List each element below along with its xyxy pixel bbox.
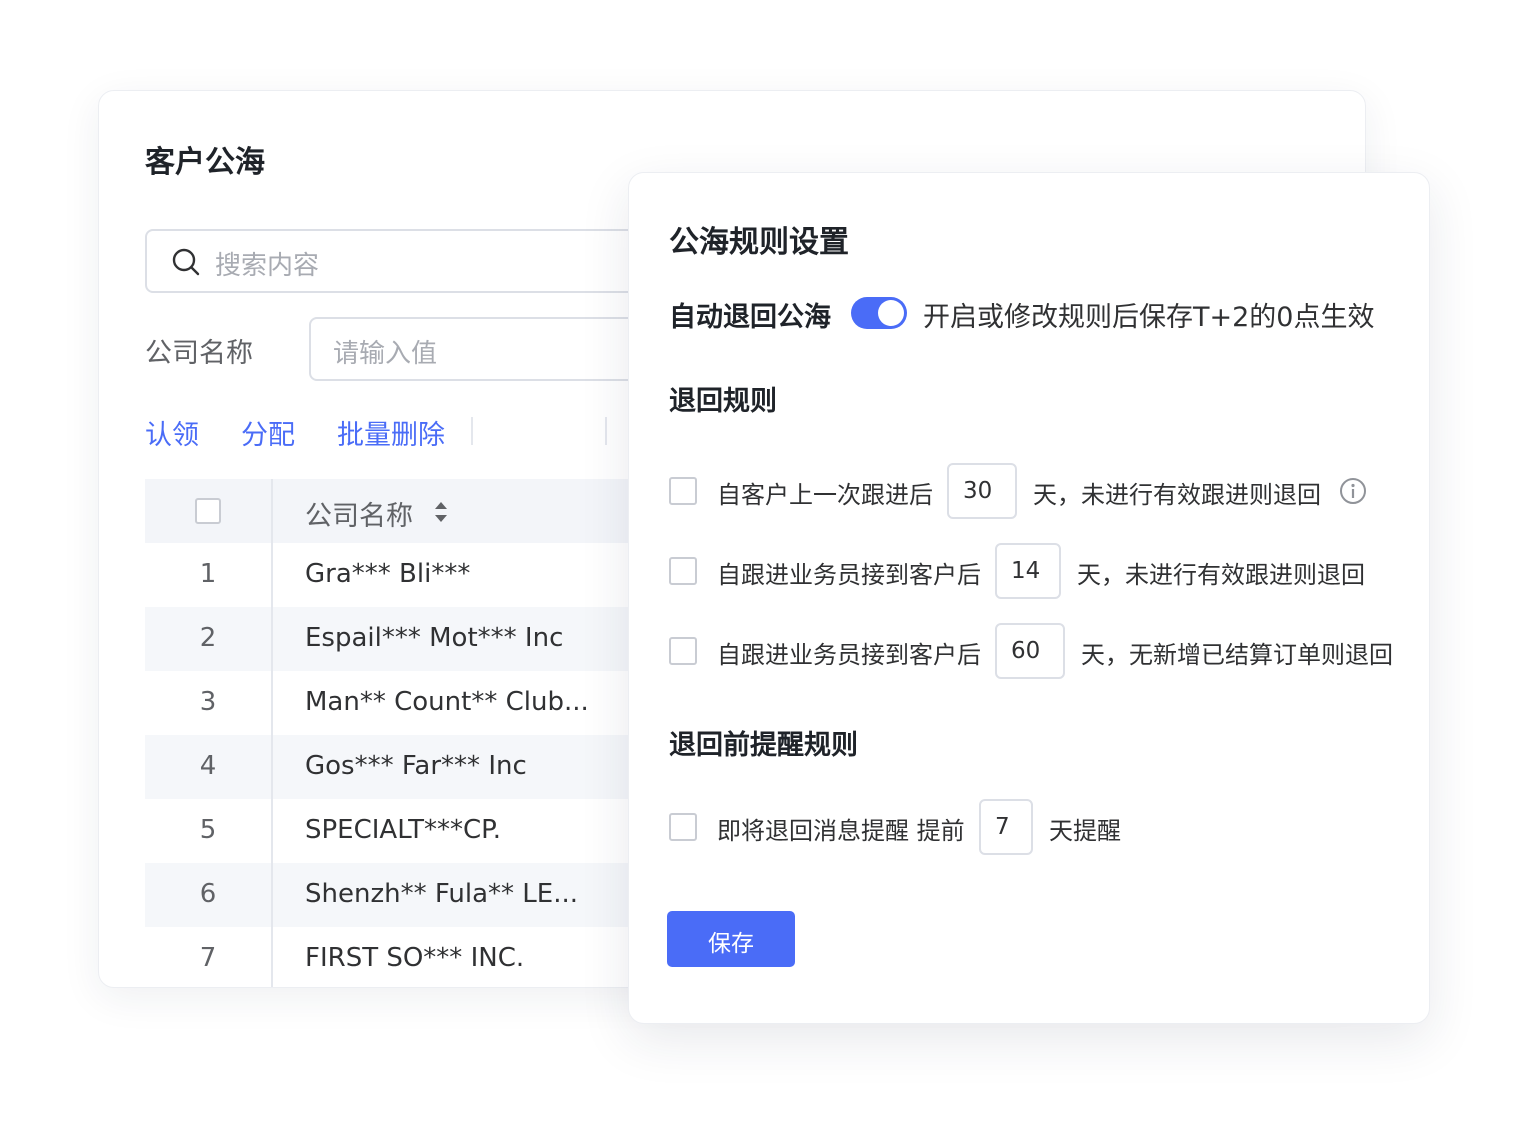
row-index: 6 [199,879,217,909]
search-placeholder: 搜索内容 [215,251,320,281]
table-row[interactable]: 4 Gos*** Far*** Inc [145,735,705,799]
customer-table: 公司名称 1 Gra*** Bli*** 2 Espail*** Mot*** … [145,479,705,987]
info-icon[interactable] [1339,477,1367,505]
return-rules-title: 退回规则 [669,386,777,417]
row-index: 3 [199,687,217,717]
rule-3-suffix: 天，无新增已结算订单则退回 [1081,641,1393,669]
rule-1-days-input[interactable]: 30 [947,463,1017,519]
table-row[interactable]: 5 SPECIALT***CP. [145,799,705,863]
row-index: 1 [199,559,217,589]
reminder-suffix: 天提醒 [1049,817,1121,845]
panel-title: 公海规则设置 [669,225,849,260]
assign-link[interactable]: 分配 [241,413,295,452]
batch-delete-link[interactable]: 批量删除 [337,413,445,452]
rule-3-checkbox[interactable] [669,637,697,665]
table-header: 公司名称 [145,479,705,543]
search-icon [172,248,200,276]
rule-2-suffix: 天，未进行有效跟进则退回 [1077,561,1365,589]
column-divider [271,479,273,987]
auto-return-toggle[interactable] [851,297,907,329]
company-filter-label: 公司名称 [145,338,253,369]
auto-return-label: 自动退回公海 [669,302,831,333]
row-index: 4 [199,751,217,781]
auto-return-description: 开启或修改规则后保存T+2的0点生效 [923,302,1375,333]
table-row[interactable]: 6 Shenzh** Fula** LE... [145,863,705,927]
table-row[interactable]: 1 Gra*** Bli*** [145,543,705,607]
rule-2-checkbox[interactable] [669,557,697,585]
toggle-knob [878,300,904,326]
save-button[interactable]: 保存 [667,911,795,967]
select-all-checkbox[interactable] [195,498,221,524]
table-row[interactable]: 7 FIRST SO*** INC. [145,927,705,987]
reminder-prefix: 即将退回消息提醒 提前 [717,817,965,845]
reminder-checkbox[interactable] [669,813,697,841]
company-filter-placeholder: 请输入值 [333,339,438,369]
table-row[interactable]: 2 Espail*** Mot*** Inc [145,607,705,671]
rule-2-prefix: 自跟进业务员接到客户后 [717,561,981,589]
divider [605,417,607,445]
table-row[interactable]: 3 Man** Count** Club... [145,671,705,735]
row-index: 2 [199,623,217,653]
rule-3-prefix: 自跟进业务员接到客户后 [717,641,981,669]
reminder-rules-title: 退回前提醒规则 [669,730,858,761]
sort-icon[interactable] [433,499,449,525]
rule-3-days-input[interactable]: 60 [995,623,1065,679]
rule-2-days-input[interactable]: 14 [995,543,1061,599]
rule-1-suffix: 天，未进行有效跟进则退回 [1033,481,1321,509]
rule-1-prefix: 自客户上一次跟进后 [717,481,933,509]
page-title: 客户公海 [145,145,265,180]
row-index: 5 [199,815,217,845]
column-header-company: 公司名称 [305,501,413,532]
rule-settings-panel: 公海规则设置 自动退回公海 开启或修改规则后保存T+2的0点生效 退回规则 自客… [628,172,1430,1024]
reminder-days-input[interactable]: 7 [979,799,1033,855]
divider [471,417,473,445]
rule-1-checkbox[interactable] [669,477,697,505]
claim-link[interactable]: 认领 [145,413,199,452]
row-index: 7 [199,943,217,973]
